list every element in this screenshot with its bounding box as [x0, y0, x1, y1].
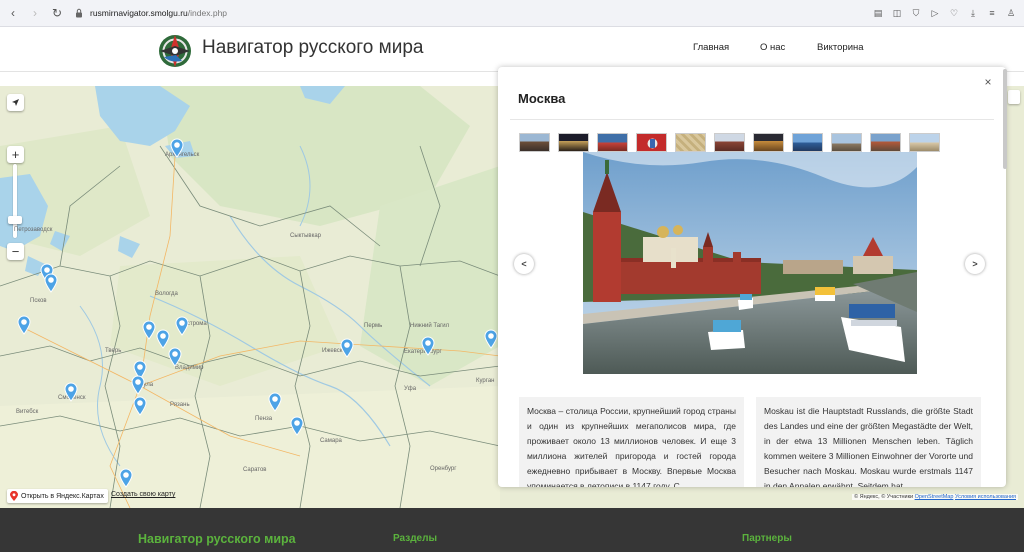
modal-scrollbar[interactable] [1003, 69, 1007, 169]
city-modal: Москва × < > Москва – столица России, кр… [498, 67, 1006, 487]
site-logo[interactable] [156, 31, 194, 69]
osm-link[interactable]: OpenStreetMap [915, 494, 954, 500]
city-label: Вологда [155, 291, 178, 297]
carousel-next-button[interactable]: > [965, 254, 985, 274]
footer-partners-heading: Партнеры [742, 533, 792, 544]
map-layers-button[interactable] [1008, 90, 1020, 104]
download-icon[interactable]: ⤓ [966, 6, 980, 20]
map-marker[interactable] [17, 315, 31, 335]
nav-quiz[interactable]: Викторина [817, 42, 864, 53]
geolocation-button[interactable] [7, 94, 24, 111]
city-label: Уфа [404, 386, 417, 392]
gallery-thumbnail[interactable] [558, 133, 589, 152]
map-marker[interactable] [484, 329, 498, 349]
map-marker[interactable] [131, 375, 145, 395]
city-label: Нижний Тагил [410, 323, 450, 329]
copyright-text: © Яндекс, © Участники [854, 494, 914, 500]
site-header: Навигатор русского мира Главная О нас Ви… [0, 27, 1024, 72]
gallery-thumbnail[interactable] [870, 133, 901, 152]
terms-link[interactable]: Условия использования [955, 494, 1016, 500]
profile-icon[interactable]: ♙ [1004, 6, 1018, 20]
map-marker[interactable] [133, 396, 147, 416]
boat [708, 320, 745, 350]
reader-icon[interactable]: ▤ [871, 6, 885, 20]
menu-icon[interactable]: ≡ [985, 6, 999, 20]
footer-sections-heading: Разделы [393, 533, 437, 544]
url-host: rusmirnavigator.smolgu.ru [90, 8, 188, 18]
boat [738, 294, 753, 310]
footer-title: Навигатор русского мира [138, 532, 296, 546]
modal-title: Москва [518, 91, 566, 106]
map-marker[interactable] [421, 336, 435, 356]
city-label: Псков [30, 298, 47, 304]
open-in-yandex-button[interactable]: Открыть в Яндекс.Картах [7, 489, 108, 503]
site-title[interactable]: Навигатор русского мира [202, 37, 423, 59]
gallery-thumbnail[interactable] [831, 133, 862, 152]
gallery-thumbnail[interactable] [714, 133, 745, 152]
city-label: Оренбург [430, 466, 457, 472]
map-marker[interactable] [340, 338, 354, 358]
carousel-prev-button[interactable]: < [514, 254, 534, 274]
description-ru: Москва – столица России, крупнейший горо… [519, 397, 744, 487]
nav-about[interactable]: О нас [760, 42, 785, 53]
city-label: Сыктывкар [290, 233, 322, 239]
map-marker[interactable] [268, 392, 282, 412]
nav-home[interactable]: Главная [693, 42, 729, 53]
map-marker[interactable] [44, 273, 58, 293]
city-label: Пермь [364, 323, 383, 329]
city-label: Рязань [170, 402, 190, 408]
map-marker[interactable] [170, 138, 184, 158]
city-label: Пенза [255, 416, 273, 422]
url-path: /index.php [187, 8, 228, 18]
zoom-in-button[interactable]: + [7, 146, 24, 163]
map-marker[interactable] [156, 329, 170, 349]
gallery-thumbnail[interactable] [909, 133, 940, 152]
back-icon[interactable]: ‹ [4, 4, 22, 22]
map-copyright: © Яндекс, © Участники OpenStreetMap Усло… [852, 494, 1018, 500]
forward-icon[interactable]: › [26, 4, 44, 22]
open-in-yandex-label: Открыть в Яндекс.Картах [21, 492, 104, 500]
zoom-slider-handle[interactable] [8, 216, 22, 224]
city-label: Тверь [105, 348, 122, 354]
screenshot-icon[interactable]: ◫ [890, 6, 904, 20]
boat [815, 287, 835, 301]
map-marker[interactable] [168, 347, 182, 367]
gallery-thumbnail[interactable] [675, 133, 706, 152]
site-footer: Навигатор русского мира Разделы Партнеры [0, 508, 1024, 552]
description-de: Moskau ist die Hauptstadt Russlands, die… [756, 397, 981, 487]
city-label: Курган [476, 378, 495, 384]
city-label: Петрозаводск [14, 227, 53, 233]
modal-divider [510, 119, 994, 120]
coat-of-arms-icon [647, 138, 658, 149]
shield-icon[interactable]: ⛉ [909, 6, 923, 20]
gallery-thumbnail[interactable] [792, 133, 823, 152]
address-bar[interactable]: rusmirnavigator.smolgu.ru/index.php [74, 4, 864, 23]
gallery-thumbnail[interactable] [597, 133, 628, 152]
city-label: Саратов [243, 467, 267, 473]
close-icon[interactable]: × [982, 75, 994, 89]
gallery-thumbnail[interactable] [753, 133, 784, 152]
gallery-thumbnail[interactable] [519, 133, 550, 152]
browser-toolbar: ‹ › ↻ rusmirnavigator.smolgu.ru/index.ph… [0, 0, 1024, 27]
map-marker[interactable] [175, 316, 189, 336]
pin-icon [10, 491, 18, 501]
map-marker[interactable] [64, 382, 78, 402]
city-label: Витебск [16, 409, 39, 415]
map-marker[interactable] [119, 468, 133, 488]
heart-icon[interactable]: ♡ [947, 6, 961, 20]
map-marker[interactable] [290, 416, 304, 436]
city-photo [583, 152, 917, 374]
geolocation-icon [12, 99, 19, 106]
zoom-out-button[interactable]: − [7, 243, 24, 260]
create-map-link[interactable]: Создать свою карту [111, 491, 175, 498]
reload-icon[interactable]: ↻ [48, 4, 66, 22]
city-label: Самара [320, 438, 342, 444]
lock-icon [76, 8, 82, 18]
map-marker[interactable] [142, 320, 156, 340]
gallery-thumbnail[interactable] [636, 133, 667, 152]
play-icon[interactable]: ▷ [928, 6, 942, 20]
